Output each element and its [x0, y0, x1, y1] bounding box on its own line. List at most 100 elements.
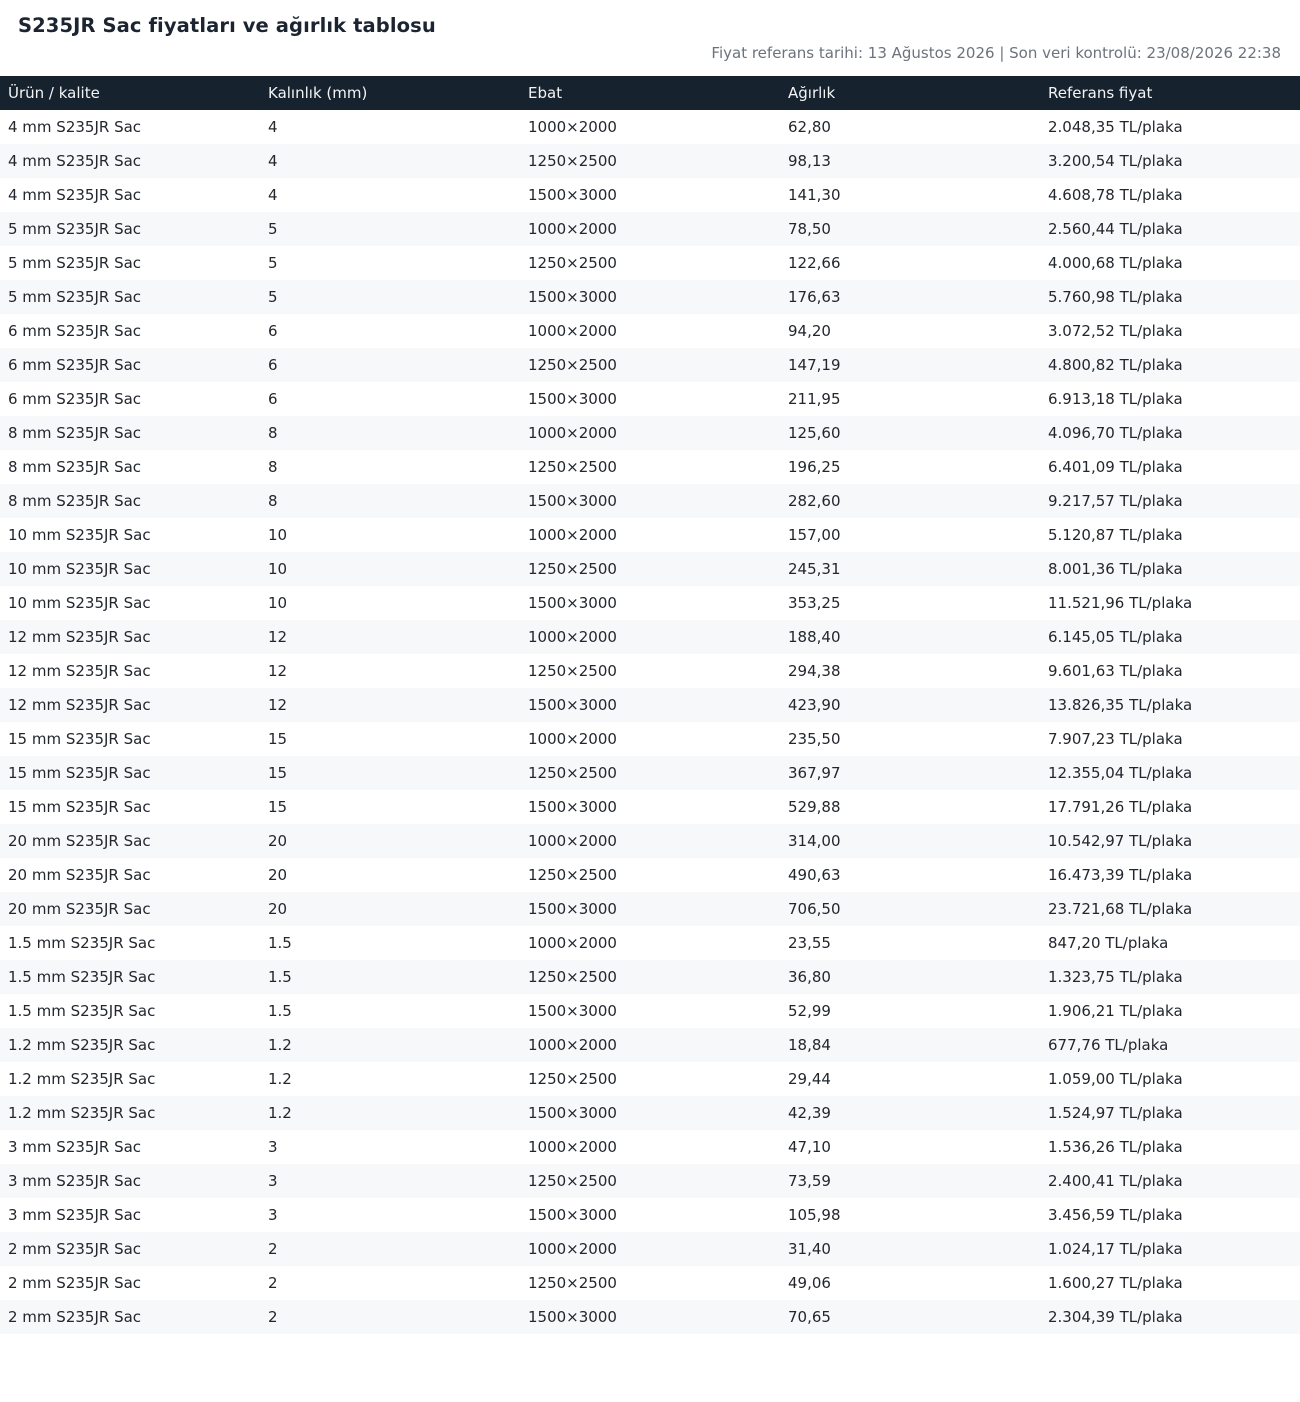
- cell-price: 6.145,05 TL/plaka: [1040, 620, 1300, 654]
- cell-price: 2.048,35 TL/plaka: [1048, 118, 1183, 136]
- table-row: 10 mm S235JR Sac 10 1250×2500 245,31 8.001,3…: [0, 552, 1300, 586]
- cell-weight: 70,65: [780, 1300, 1040, 1334]
- column-header-size: Ebat: [520, 76, 780, 110]
- cell-size: 1500×3000: [520, 688, 780, 722]
- cell-price: 5.120,87 TL/plaka: [1048, 526, 1183, 544]
- cell-weight: 188,40: [780, 620, 1040, 654]
- table-row: 1.2 mm S235JR Sac 1.2 1000×2000 18,84 677,76…: [0, 1028, 1300, 1062]
- cell-weight: 490,63: [788, 866, 841, 884]
- cell-thickness: 10: [268, 526, 288, 544]
- table-body: 4 mm S235JR Sac 4 1000×2000 62,80 2.048,35 T…: [0, 110, 1300, 1334]
- cell-weight: 282,60: [780, 484, 1040, 518]
- cell-weight: 125,60: [780, 416, 1040, 450]
- cell-product: 1.2 mm S235JR Sac: [8, 1070, 156, 1088]
- table-header-row: Ürün / kalite Kalınlık (mm) Ebat Ağırlık…: [0, 76, 1300, 110]
- table-row: 8 mm S235JR Sac 8 1250×2500 196,25 6.401,09 …: [0, 450, 1300, 484]
- cell-weight: 18,84: [780, 1028, 1040, 1062]
- cell-product: 15 mm S235JR Sac: [8, 798, 151, 816]
- cell-thickness: 6: [260, 348, 520, 382]
- cell-weight: 529,88: [788, 798, 841, 816]
- cell-thickness: 5: [260, 212, 520, 246]
- table-row: 20 mm S235JR Sac 20 1250×2500 490,63 16.473,…: [0, 858, 1300, 892]
- cell-weight: 353,25: [788, 594, 841, 612]
- cell-size: 1500×3000: [520, 1096, 780, 1130]
- cell-thickness: 12: [268, 662, 288, 680]
- cell-price: 16.473,39 TL/plaka: [1048, 866, 1193, 884]
- cell-product: 4 mm S235JR Sac: [8, 186, 142, 204]
- cell-product: 8 mm S235JR Sac: [8, 458, 142, 476]
- cell-thickness: 2: [260, 1300, 520, 1334]
- cell-size: 1000×2000: [520, 416, 780, 450]
- cell-price: 3.200,54 TL/plaka: [1040, 144, 1300, 178]
- cell-product: 20 mm S235JR Sac: [8, 866, 151, 884]
- cell-product: 1.5 mm S235JR Sac: [8, 1002, 156, 1020]
- table-header: Ürün / kalite Kalınlık (mm) Ebat Ağırlık…: [0, 76, 1300, 110]
- cell-weight: 294,38: [788, 662, 841, 680]
- cell-weight: 706,50: [780, 892, 1040, 926]
- cell-product: 1.5 mm S235JR Sac: [8, 934, 156, 952]
- table-row: 15 mm S235JR Sac 15 1000×2000 235,50 7.907,2…: [0, 722, 1300, 756]
- cell-size: 1000×2000: [528, 118, 617, 136]
- cell-price: 1.024,17 TL/plaka: [1040, 1232, 1300, 1266]
- cell-price: 9.601,63 TL/plaka: [1048, 662, 1183, 680]
- cell-size: 1000×2000: [528, 322, 617, 340]
- cell-product: 15 mm S235JR Sac: [0, 756, 260, 790]
- cell-size: 1500×3000: [520, 484, 780, 518]
- cell-weight: 42,39: [780, 1096, 1040, 1130]
- cell-size: 1500×3000: [520, 1300, 780, 1334]
- table-row: 2 mm S235JR Sac 2 1250×2500 49,06 1.600,27 T…: [0, 1266, 1300, 1300]
- cell-size: 1000×2000: [528, 934, 617, 952]
- cell-weight: 141,30: [788, 186, 841, 204]
- cell-product: 3 mm S235JR Sac: [8, 1206, 142, 1224]
- table-row: 4 mm S235JR Sac 4 1250×2500 98,13 3.200,54 T…: [0, 144, 1300, 178]
- price-weight-table: Ürün / kalite Kalınlık (mm) Ebat Ağırlık…: [0, 76, 1300, 1334]
- cell-price: 6.401,09 TL/plaka: [1048, 458, 1183, 476]
- cell-product: 12 mm S235JR Sac: [8, 662, 151, 680]
- cell-price: 5.760,98 TL/plaka: [1040, 280, 1300, 314]
- cell-product: 5 mm S235JR Sac: [0, 212, 260, 246]
- cell-thickness: 1.5: [268, 934, 292, 952]
- cell-price: 1.524,97 TL/plaka: [1040, 1096, 1300, 1130]
- cell-thickness: 1.2: [260, 1096, 520, 1130]
- cell-weight: 211,95: [788, 390, 841, 408]
- cell-product: 1.5 mm S235JR Sac: [0, 960, 260, 994]
- cell-price: 2.560,44 TL/plaka: [1040, 212, 1300, 246]
- cell-weight: 23,55: [788, 934, 831, 952]
- cell-product: 5 mm S235JR Sac: [0, 280, 260, 314]
- table-row: 20 mm S235JR Sac 20 1500×3000 706,50 23.721,…: [0, 892, 1300, 926]
- cell-weight: 78,50: [780, 212, 1040, 246]
- cell-price: 1.323,75 TL/plaka: [1040, 960, 1300, 994]
- cell-price: 4.000,68 TL/plaka: [1048, 254, 1183, 272]
- cell-thickness: 3: [260, 1164, 520, 1198]
- table-row: 1.2 mm S235JR Sac 1.2 1500×3000 42,39 1.524,…: [0, 1096, 1300, 1130]
- cell-price: 23.721,68 TL/plaka: [1040, 892, 1300, 926]
- column-header-price: Referans fiyat: [1040, 76, 1300, 110]
- cell-weight: 98,13: [780, 144, 1040, 178]
- cell-price: 3.456,59 TL/plaka: [1048, 1206, 1183, 1224]
- cell-weight: 31,40: [780, 1232, 1040, 1266]
- cell-weight: 94,20: [788, 322, 831, 340]
- cell-size: 1500×3000: [520, 280, 780, 314]
- cell-weight: 36,80: [780, 960, 1040, 994]
- cell-price: 6.913,18 TL/plaka: [1048, 390, 1183, 408]
- cell-size: 1000×2000: [520, 620, 780, 654]
- cell-thickness: 5: [268, 254, 278, 272]
- table-row: 1.5 mm S235JR Sac 1.5 1500×3000 52,99 1.906,…: [0, 994, 1300, 1028]
- cell-thickness: 12: [260, 688, 520, 722]
- cell-price: 11.521,96 TL/plaka: [1048, 594, 1193, 612]
- cell-size: 1500×3000: [520, 892, 780, 926]
- cell-product: 4 mm S235JR Sac: [0, 144, 260, 178]
- cell-size: 1250×2500: [528, 662, 617, 680]
- cell-weight: 147,19: [780, 348, 1040, 382]
- cell-product: 1.2 mm S235JR Sac: [0, 1096, 260, 1130]
- cell-thickness: 5: [260, 280, 520, 314]
- table-row: 1.2 mm S235JR Sac 1.2 1250×2500 29,44 1.059,…: [0, 1062, 1300, 1096]
- cell-size: 1000×2000: [528, 730, 617, 748]
- cell-price: 10.542,97 TL/plaka: [1040, 824, 1300, 858]
- cell-product: 6 mm S235JR Sac: [8, 390, 142, 408]
- cell-price: 17.791,26 TL/plaka: [1048, 798, 1193, 816]
- cell-price: 1.600,27 TL/plaka: [1048, 1274, 1183, 1292]
- cell-product: 8 mm S235JR Sac: [0, 484, 260, 518]
- cell-weight: 73,59: [780, 1164, 1040, 1198]
- table-row: 12 mm S235JR Sac 12 1000×2000 188,40 6.145,0…: [0, 620, 1300, 654]
